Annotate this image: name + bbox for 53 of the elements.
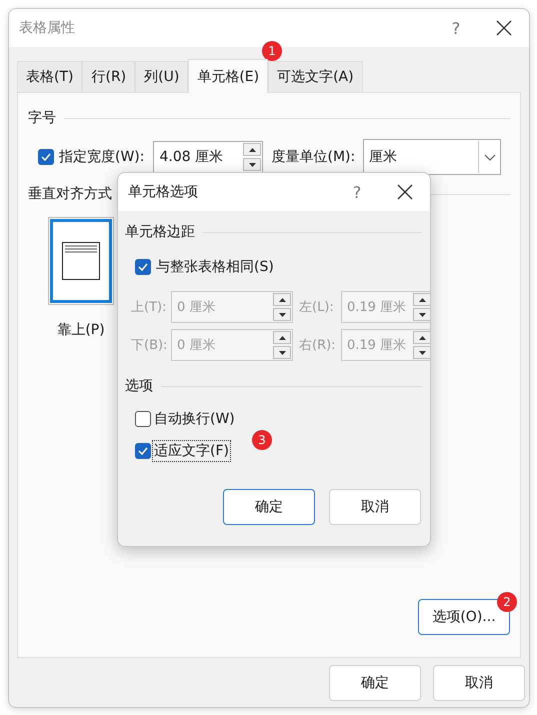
checkbox[interactable] <box>135 411 151 427</box>
triangle-up-icon <box>418 336 426 340</box>
align-top-icon <box>62 242 100 280</box>
section-heading: 字号 <box>28 109 56 127</box>
field-label: 右(R): <box>299 337 337 354</box>
section-heading: 垂直对齐方式 <box>28 185 112 203</box>
checkbox-label: 与整张表格相同(S) <box>155 258 275 277</box>
field-label: 下(B): <box>131 337 168 354</box>
checkmark-icon <box>41 153 51 161</box>
checkbox-label: 指定宽度(W): <box>58 148 146 167</box>
field-label: 左(L): <box>299 299 335 316</box>
triangle-down-icon <box>248 162 256 166</box>
dialog-button[interactable]: 取消 <box>433 665 525 701</box>
close-icon <box>397 184 413 200</box>
checkbox-label: 适应文字(F) <box>153 441 230 461</box>
help-button[interactable]: ? <box>334 173 380 211</box>
triangle-down-icon <box>418 312 426 316</box>
dialog-button[interactable]: 确定 <box>329 665 421 701</box>
checkbox[interactable] <box>135 259 151 275</box>
unit-dropdown[interactable]: 厘米 <box>363 139 502 175</box>
help-button[interactable]: ? <box>433 9 479 47</box>
triangle-up-icon <box>418 298 426 302</box>
checkbox[interactable] <box>135 443 151 459</box>
triangle-up-icon <box>278 298 286 302</box>
width-field[interactable]: 4.08 厘米 <box>153 141 264 173</box>
triangle-down-icon <box>278 350 286 354</box>
checkmark-icon <box>138 447 148 455</box>
checkbox[interactable] <box>38 149 54 165</box>
field-label: 度量单位(M): <box>271 148 356 166</box>
window-title: 表格属性 <box>19 19 76 37</box>
tab[interactable]: 可选文字(A) <box>268 61 363 92</box>
tab[interactable]: 行(R) <box>82 61 136 92</box>
triangle-down-icon <box>278 312 286 316</box>
spin-up-button[interactable] <box>243 143 262 156</box>
field-label: 上(T): <box>131 299 168 316</box>
window-title: 单元格选项 <box>128 183 199 201</box>
section-heading: 选项 <box>125 377 153 395</box>
tab[interactable]: 单元格(E) <box>188 59 268 93</box>
tab[interactable]: 表格(T) <box>17 61 82 92</box>
triangle-up-icon <box>278 336 286 340</box>
section-heading: 单元格边距 <box>125 223 195 241</box>
tab[interactable]: 列(U) <box>135 61 188 92</box>
dialog-button[interactable]: 确定 <box>223 489 315 525</box>
align-option[interactable] <box>48 217 114 305</box>
checkmark-icon <box>138 263 148 271</box>
chevron-down-icon <box>484 154 496 160</box>
dialog-button[interactable]: 取消 <box>329 489 421 525</box>
close-icon <box>496 20 512 36</box>
checkbox-label: 自动换行(W) <box>153 410 236 429</box>
triangle-up-icon <box>248 148 256 152</box>
option-label: 靠上(P) <box>57 321 105 339</box>
triangle-down-icon <box>418 350 426 354</box>
spin-down-button[interactable] <box>243 158 262 171</box>
